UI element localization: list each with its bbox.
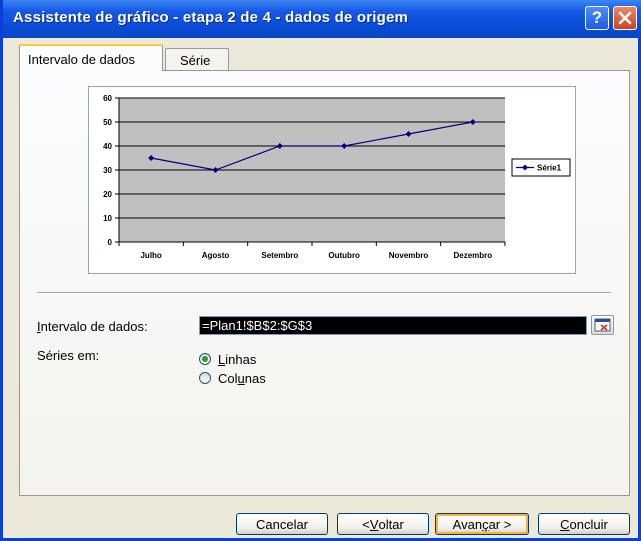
line-chart: 0 10 20 30 40 50 60 Julho Agosto Setembro Outubro N… <box>103 94 571 260</box>
y-tick-label: 40 <box>103 142 112 151</box>
close-icon <box>618 11 632 25</box>
close-button[interactable] <box>613 6 637 30</box>
legend-label: Série1 <box>537 164 562 173</box>
y-tick-label: 30 <box>103 166 112 175</box>
x-tick-label: Dezembro <box>453 251 492 260</box>
x-tick-label: Agosto <box>202 251 230 260</box>
radio-lines-label: Linhas <box>218 352 257 367</box>
y-tick-label: 50 <box>103 118 112 127</box>
back-button[interactable]: < Voltar <box>337 513 429 535</box>
radio-columns-label: Colunas <box>218 371 266 386</box>
title-bar[interactable]: Assistente de gráfico - etapa 2 de 4 - d… <box>3 0 641 38</box>
help-button[interactable]: ? <box>585 6 609 30</box>
range-select-icon <box>594 318 611 332</box>
radio-lines-circle[interactable] <box>199 353 211 365</box>
data-range-input[interactable]: =Plan1!$B$2:$G$3 <box>199 316 587 335</box>
help-icon: ? <box>591 8 603 27</box>
x-tick-label: Novembro <box>389 251 429 260</box>
tab-data-range[interactable]: Intervalo de dados <box>19 44 163 71</box>
y-tick-label: 60 <box>103 94 112 103</box>
next-button[interactable]: Avan ç ar > <box>435 513 529 535</box>
radio-selected-dot <box>202 356 208 362</box>
divider <box>37 292 611 294</box>
series-in-label: Séries em: <box>37 348 100 363</box>
x-tick-label: Setembro <box>261 251 298 260</box>
x-tick-label: Outubro <box>328 251 360 260</box>
tab-series[interactable]: Série <box>165 48 229 70</box>
chart-wizard-dialog: Assistente de gráfico - etapa 2 de 4 - d… <box>0 0 641 541</box>
y-tick-label: 10 <box>103 214 112 223</box>
data-range-label: Intervalo de dados: <box>37 319 148 334</box>
cancel-button[interactable]: Cancelar <box>236 513 328 535</box>
x-tick-label: Julho <box>140 251 161 260</box>
finish-button[interactable]: Concluir <box>538 513 630 535</box>
radio-columns-circle[interactable] <box>199 372 211 384</box>
y-tick-label: 0 <box>108 238 113 247</box>
y-tick-label: 20 <box>103 190 112 199</box>
collapse-dialog-button[interactable] <box>591 315 614 335</box>
window-title: Assistente de gráfico - etapa 2 de 4 - d… <box>13 9 409 26</box>
chart-preview: 0 10 20 30 40 50 60 Julho Agosto Setembro Outubro N… <box>88 86 576 274</box>
